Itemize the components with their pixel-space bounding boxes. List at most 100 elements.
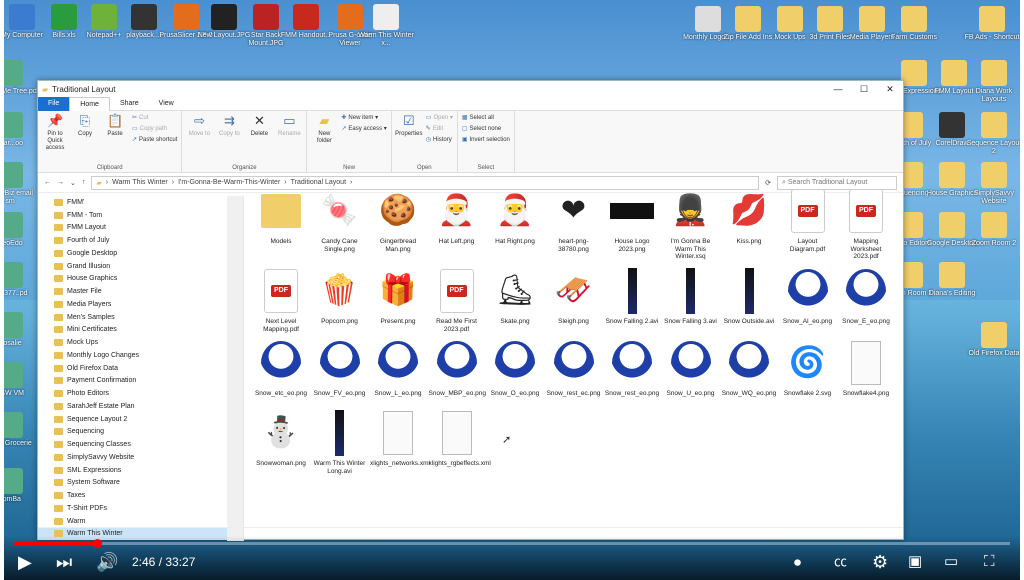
file-item[interactable]: 🌀 Snowflake 2.svg	[780, 338, 836, 398]
nav-folder-item[interactable]: Sequence Layout 2	[38, 413, 243, 426]
captions-icon[interactable]: ㏄	[834, 551, 847, 573]
minimize-button[interactable]: —	[825, 84, 851, 95]
file-item[interactable]: 🍿 Popcorn.png	[312, 266, 368, 326]
nav-folder-item[interactable]: System Software	[38, 477, 243, 490]
file-item[interactable]: Snow_rest_eo.png	[604, 338, 660, 398]
desktop-icon[interactable]: Sequence Layout 2	[966, 112, 1020, 156]
file-item[interactable]: PDF Mapping Worksheet 2023.pdf	[838, 186, 894, 261]
nav-folder-item[interactable]: Warm	[38, 515, 243, 528]
file-item[interactable]: PDF Read Me First 2023.pdf	[429, 266, 485, 333]
file-item[interactable]: Snow_rest_ec.png	[546, 338, 602, 398]
nav-folder-item[interactable]: T-Shirt PDFs	[38, 502, 243, 515]
file-item[interactable]: 🎁 Present.png	[370, 266, 426, 326]
file-item[interactable]: 💂 I'm Gonna Be Warm This Winter.xsq	[663, 186, 719, 261]
volume-icon[interactable]: 🔊	[96, 551, 118, 573]
play-icon[interactable]: ▶	[18, 551, 32, 573]
desktop-icon[interactable]: FB Ads - Shortcut	[964, 6, 1020, 42]
file-item[interactable]: Snow Falling 3.avi	[663, 266, 719, 326]
desktop-icon[interactable]: TomBa	[4, 468, 38, 504]
select-none-button[interactable]: ▢ Select none	[462, 124, 510, 135]
nav-folder-item[interactable]: Photo Editors	[38, 387, 243, 400]
close-button[interactable]: ✕	[877, 84, 903, 95]
breadcrumb-item[interactable]: I'm-Gonna-Be-Warm-This-Winter	[178, 179, 280, 186]
file-item[interactable]: xlights_rgbeffects.xml	[429, 408, 491, 468]
desktop-icon[interactable]: SimplySavvy Website	[966, 162, 1020, 206]
fullscreen-icon[interactable]: ⛶	[984, 551, 995, 573]
select-all-button[interactable]: ▦ Select all	[462, 113, 510, 124]
nav-folder-item[interactable]: Monthly Logo Changes	[38, 349, 243, 362]
copy-button[interactable]: ⎘ Copy	[72, 113, 98, 138]
desktop-icon[interactable]: 140377..pd	[4, 262, 38, 298]
desktop-icon[interactable]: NeoEdo	[4, 212, 38, 248]
paste-shortcut-button[interactable]: ↗ Paste shortcut	[132, 135, 177, 146]
nav-folder-item[interactable]: SimplySavvy Website	[38, 451, 243, 464]
file-item[interactable]: 🎅 Hat Left.png	[429, 186, 485, 246]
file-item[interactable]: Snow_WQ_eo.png	[721, 338, 777, 398]
nav-folder-item[interactable]: Fourth of July	[38, 234, 243, 247]
file-item[interactable]: ❤ heart-png-38780.png	[546, 186, 602, 253]
properties-button[interactable]: ☑ Properties	[395, 113, 422, 138]
nav-folder-item[interactable]: House Graphics	[38, 273, 243, 286]
desktop-icon[interactable]: Farm Customs	[886, 6, 942, 42]
nav-folder-item[interactable]: FMM Layout	[38, 222, 243, 235]
file-item[interactable]: Models	[253, 186, 309, 246]
settings-icon[interactable]: ⚙	[872, 551, 888, 573]
copy-to-button[interactable]: ⇉ Copy to	[216, 113, 242, 138]
nav-folder-item[interactable]: Master File	[38, 285, 243, 298]
nav-scrollbar[interactable]	[227, 196, 243, 541]
forward-icon[interactable]: →	[57, 179, 64, 186]
miniplayer-icon[interactable]: ▣	[908, 551, 922, 573]
file-item[interactable]: House Logo 2023.png	[604, 186, 660, 253]
desktop-icon[interactable]: Warm This Winter x...	[358, 4, 414, 48]
breadcrumb-item[interactable]: Warm This Winter	[112, 179, 168, 186]
nav-folder-item[interactable]: FMM'	[38, 196, 243, 209]
nav-folder-item[interactable]: Sequencing Classes	[38, 438, 243, 451]
file-item[interactable]: Snowflake4.png	[838, 338, 894, 398]
file-item[interactable]: Warm This Winter Long.avi	[312, 408, 368, 475]
file-item[interactable]: 🛷 Sleigh.png	[546, 266, 602, 326]
invert-selection-button[interactable]: ▣ Invert selection	[462, 135, 510, 146]
desktop-icon[interactable]: Diana's Editing	[924, 262, 980, 298]
file-item[interactable]: Snow_E_eo.png	[838, 266, 894, 326]
file-item[interactable]: 🎅 Hat Right.png	[487, 186, 543, 246]
file-item[interactable]: Snow_L_eo.png	[370, 338, 426, 398]
file-item[interactable]: 💋 Kiss.png	[721, 186, 777, 246]
nav-folder-item[interactable]: SML Expressions	[38, 464, 243, 477]
file-item[interactable]: 🍬 Candy Cane Single.png	[312, 186, 368, 253]
tab-view[interactable]: View	[149, 97, 184, 111]
desktop-icon[interactable]: TSW VM	[4, 362, 38, 398]
tab-home[interactable]: Home	[69, 96, 110, 111]
edit-button[interactable]: ✎ Edit	[426, 124, 453, 135]
file-item[interactable]: 🍪 Gingerbread Man.png	[370, 186, 426, 253]
nav-folder-item[interactable]: Taxes	[38, 489, 243, 502]
nav-folder-item[interactable]: Mock Ups	[38, 336, 243, 349]
file-item[interactable]: Snow_FV_eo.png	[312, 338, 368, 398]
file-item[interactable]: Snow Outside.avi	[721, 266, 777, 326]
nav-folder-item[interactable]: Media Players	[38, 298, 243, 311]
new-folder-button[interactable]: ▰ New folder	[311, 113, 337, 145]
nav-folder-item[interactable]: SarahJeff Estate Plan	[38, 400, 243, 413]
desktop-icon[interactable]: ShowBiz email sm	[4, 162, 38, 206]
nav-folder-item[interactable]: Payment Confirmation	[38, 375, 243, 388]
file-item[interactable]: Snow_Al_eo.png	[780, 266, 836, 326]
file-item[interactable]: xlights_networks.xml	[370, 408, 430, 468]
breadcrumb-item[interactable]: Traditional Layout	[291, 179, 346, 186]
history-button[interactable]: ◷ History	[426, 135, 453, 146]
tab-share[interactable]: Share	[110, 97, 149, 111]
nav-folder-item[interactable]: Google Desktop	[38, 247, 243, 260]
open-button[interactable]: ▭ Open ▾	[426, 113, 453, 124]
rename-button[interactable]: ▭ Rename	[276, 113, 302, 138]
back-icon[interactable]: ←	[44, 179, 51, 186]
pin-quick-access-button[interactable]: 📌 Pin to Quick access	[42, 113, 68, 152]
file-item[interactable]: ⛸ Skate.png	[487, 266, 543, 326]
desktop-icon[interactable]: Zoom Room 2	[966, 212, 1020, 248]
file-item[interactable]: Snow_U_eo.png	[663, 338, 719, 398]
desktop-icon[interactable]: Old Firefox Data	[966, 322, 1020, 358]
chevron-down-icon[interactable]: ⌄	[70, 179, 76, 187]
cut-button[interactable]: ✂ Cut	[132, 113, 177, 124]
file-item[interactable]: Snow_MBP_eo.png	[429, 338, 486, 398]
file-item[interactable]: PDF Layout Diagram.pdf	[780, 186, 836, 253]
paste-button[interactable]: 📋 Paste	[102, 113, 128, 138]
next-icon[interactable]: ⏭	[56, 551, 72, 573]
autoplay-toggle-icon[interactable]: ⏺	[794, 551, 801, 573]
